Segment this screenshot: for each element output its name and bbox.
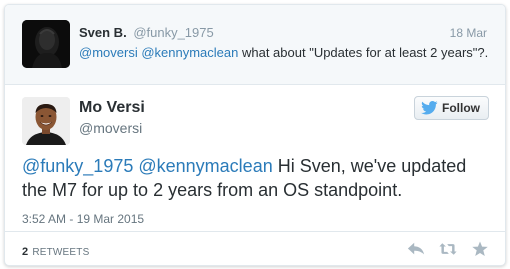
retweet-stats[interactable]: 2 RETWEETS	[22, 246, 89, 258]
mention-link[interactable]: @kennymaclean	[138, 156, 272, 176]
retweet-label: RETWEETS	[32, 247, 90, 258]
mention-link[interactable]: @moversi	[79, 45, 138, 60]
parent-author-name[interactable]: Sven B.	[79, 25, 127, 40]
favorite-icon	[472, 241, 488, 257]
follow-label: Follow	[442, 101, 480, 115]
tweet-actions	[406, 240, 490, 258]
tweet-footer: 2 RETWEETS	[5, 231, 505, 265]
retweet-icon	[439, 243, 457, 255]
follow-button[interactable]: Follow	[414, 96, 489, 120]
reply-button[interactable]	[406, 240, 426, 258]
tweet-card: Sven B. @funky_1975 18 Mar @moversi @ken…	[4, 4, 506, 266]
retweet-button[interactable]	[438, 240, 458, 258]
favorite-button[interactable]	[470, 240, 490, 258]
parent-tweet-text: @moversi @kennymaclean what about "Updat…	[79, 45, 488, 60]
parent-avatar[interactable]	[22, 20, 70, 68]
parent-tweet-body: what about "Updates for at least 2 years…	[241, 45, 489, 60]
author-handle[interactable]: @moversi	[79, 120, 142, 136]
mention-link[interactable]: @funky_1975	[22, 156, 133, 176]
mention-link[interactable]: @kennymaclean	[141, 45, 238, 60]
tweet-timestamp[interactable]: 3:52 AM - 19 Mar 2015	[22, 212, 144, 226]
author-name[interactable]: Mo Versi	[79, 99, 145, 117]
retweet-count: 2	[22, 246, 29, 258]
tweet-body-line2: the M7 for up to 2 years from an OS stan…	[22, 180, 403, 200]
parent-author-handle[interactable]: @funky_1975	[133, 25, 213, 40]
reply-icon	[407, 242, 425, 255]
tweet-text: @funky_1975 @kennymaclean Hi Sven, we've…	[22, 154, 492, 202]
parent-author: Sven B. @funky_1975	[79, 25, 214, 40]
parent-tweet-date[interactable]: 18 Mar	[450, 26, 487, 40]
tweet-body-line1: Hi Sven, we've updated	[277, 156, 467, 176]
author-avatar[interactable]	[22, 97, 70, 145]
in-reply-to-tweet[interactable]: Sven B. @funky_1975 18 Mar @moversi @ken…	[5, 5, 505, 85]
twitter-bird-icon	[421, 101, 438, 115]
